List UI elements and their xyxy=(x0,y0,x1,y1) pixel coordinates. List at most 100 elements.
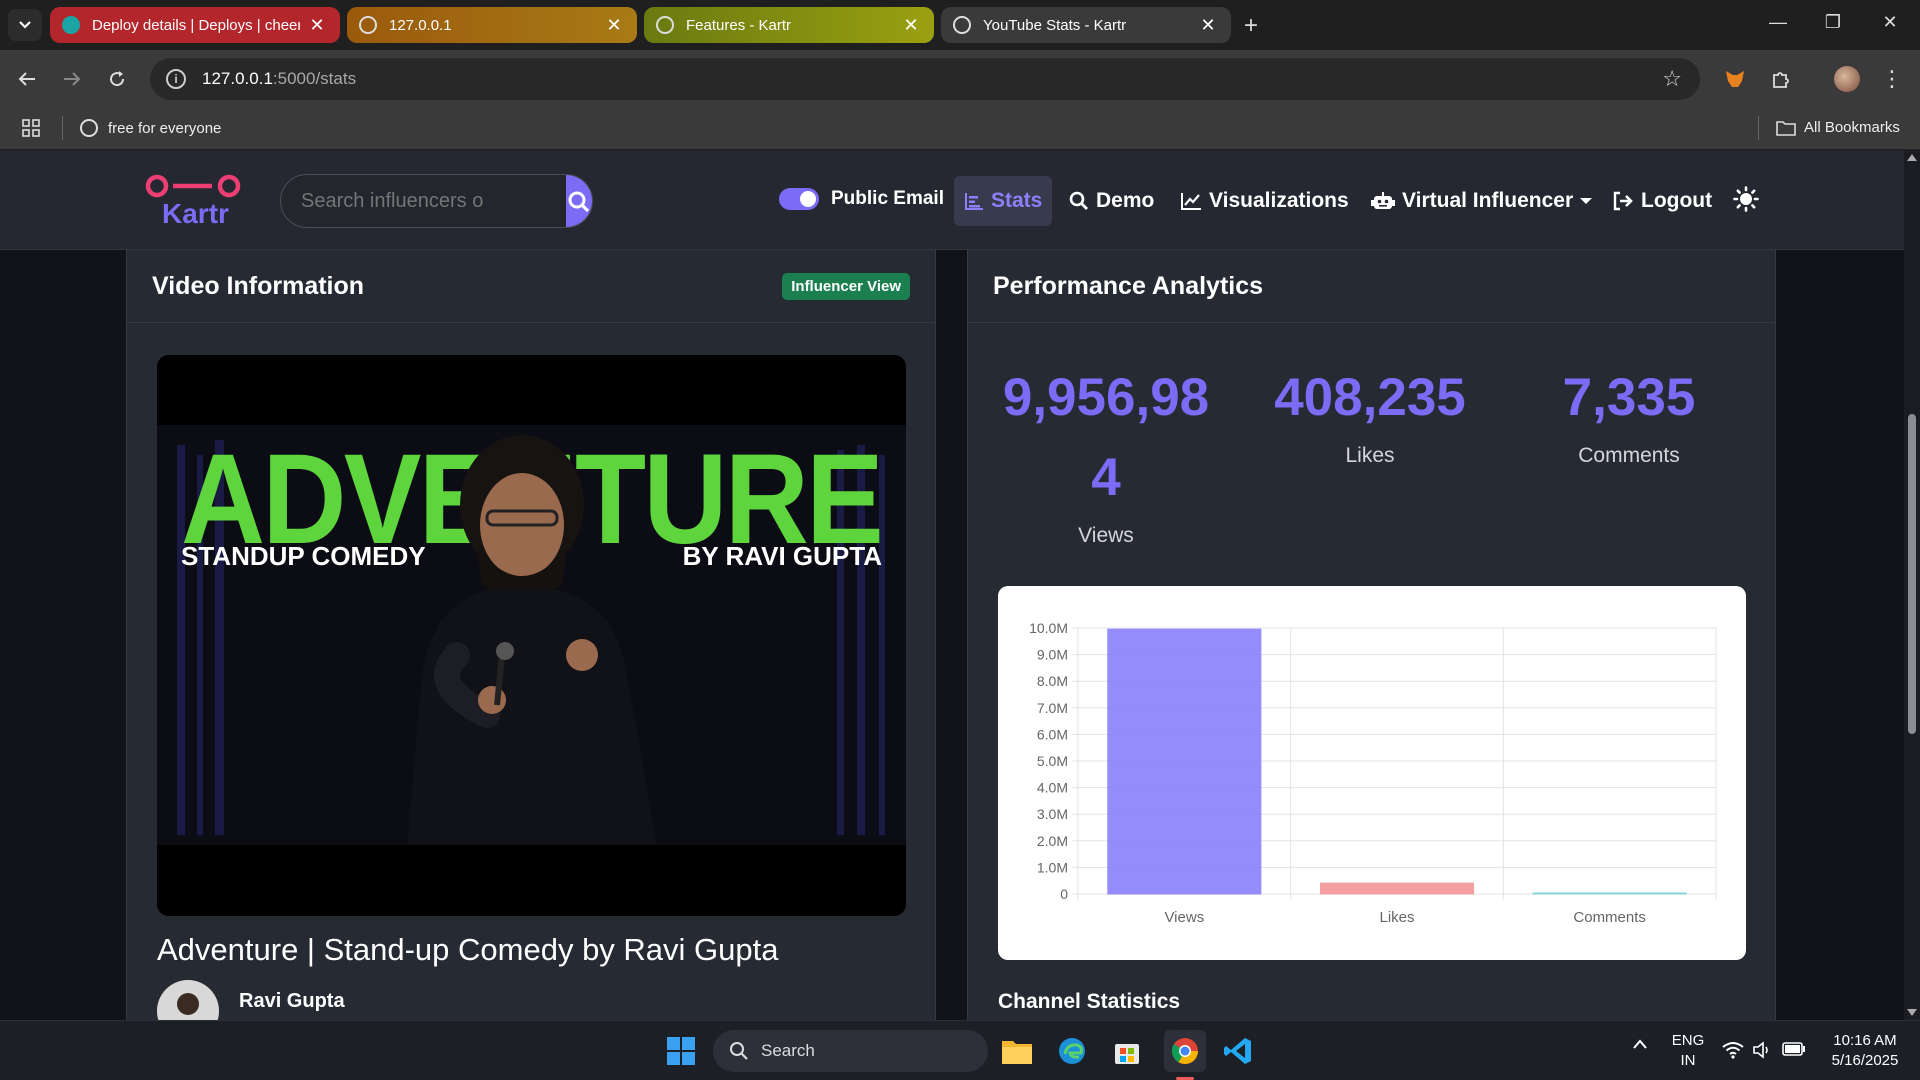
tab-title: Features - Kartr xyxy=(686,16,792,34)
logout-icon xyxy=(1613,191,1633,211)
nav-stats[interactable]: Stats xyxy=(954,176,1053,226)
thumbnail-left-text: STANDUP COMEDY xyxy=(181,541,426,571)
close-icon[interactable]: ✕ xyxy=(308,15,326,36)
influencer-search xyxy=(280,174,593,228)
browser-tab-features[interactable]: Features - Kartr ✕ xyxy=(644,7,934,43)
browser-toolbar: i 127.0.0.1:5000/stats ☆ ⋮ xyxy=(0,50,1920,108)
metric-label: Comments xyxy=(1578,444,1680,467)
scrollbar-thumb[interactable] xyxy=(1908,414,1916,734)
bookmark-free-for-everyone[interactable]: free for everyone xyxy=(80,119,221,137)
browser-tab-deploy[interactable]: Deploy details | Deploys | cheer ✕ xyxy=(50,7,340,43)
metric-label: Views xyxy=(1078,524,1134,547)
browser-tab-youtube-stats[interactable]: YouTube Stats - Kartr ✕ xyxy=(941,7,1231,43)
address-bar[interactable]: i 127.0.0.1:5000/stats ☆ xyxy=(150,58,1700,100)
microsoft-store-icon[interactable] xyxy=(1109,1033,1145,1069)
chart-bar-icon xyxy=(965,193,983,210)
page-content: Kartr Public Email Stats Demo Visualizat… xyxy=(0,150,1920,1020)
metric-label: Likes xyxy=(1345,444,1395,467)
y-tick-label: 0 xyxy=(1060,886,1068,902)
kartr-logo[interactable]: Kartr xyxy=(145,172,250,234)
show-hidden-icons-chevron-icon[interactable] xyxy=(1632,1037,1648,1055)
extensions-puzzle-icon[interactable] xyxy=(1766,64,1796,94)
search-input[interactable] xyxy=(281,175,566,227)
window-close-icon[interactable]: ✕ xyxy=(1870,12,1910,33)
bookmarks-divider xyxy=(62,116,63,140)
reload-icon[interactable] xyxy=(102,64,132,94)
file-explorer-icon[interactable] xyxy=(999,1033,1035,1069)
nav-visualizations[interactable]: Visualizations xyxy=(1170,176,1359,226)
caret-down-icon xyxy=(1580,198,1593,204)
page-scrollbar[interactable] xyxy=(1904,150,1920,1020)
bar-likes[interactable] xyxy=(1319,882,1475,895)
vscode-icon[interactable] xyxy=(1220,1033,1256,1069)
windows-start-icon[interactable] xyxy=(663,1033,699,1069)
y-tick-label: 10.0M xyxy=(1029,620,1068,636)
toggle-switch[interactable] xyxy=(779,188,819,210)
metric-comments: 7,335 Comments xyxy=(1509,358,1749,468)
search-icon xyxy=(568,191,590,213)
y-tick-label: 9.0M xyxy=(1037,647,1068,663)
channel-statistics-heading: Channel Statistics xyxy=(998,990,1181,1013)
folder-icon xyxy=(1776,120,1796,136)
public-email-toggle[interactable]: Public Email xyxy=(779,188,944,210)
bar-views[interactable] xyxy=(1107,628,1262,895)
nav-demo[interactable]: Demo xyxy=(1059,176,1164,226)
close-icon[interactable]: ✕ xyxy=(605,15,623,36)
minimize-icon[interactable]: — xyxy=(1758,12,1798,33)
y-tick-label: 5.0M xyxy=(1037,753,1068,769)
close-icon[interactable]: ✕ xyxy=(1199,15,1217,36)
scroll-up-arrow-icon[interactable] xyxy=(1907,154,1917,161)
site-info-icon[interactable]: i xyxy=(166,69,186,89)
profile-avatar[interactable] xyxy=(1832,64,1862,94)
nav-virtual-influencer[interactable]: Virtual Influencer xyxy=(1361,176,1603,226)
wifi-icon[interactable] xyxy=(1722,1041,1744,1064)
more-menu-icon[interactable]: ⋮ xyxy=(1877,64,1907,94)
metric-value: 7,335 xyxy=(1562,368,1696,427)
nav-logout[interactable]: Logout xyxy=(1602,176,1722,226)
clock[interactable]: 10:16 AM 5/16/2025 xyxy=(1820,1031,1910,1071)
all-bookmarks-button[interactable]: All Bookmarks xyxy=(1776,119,1900,136)
globe-icon xyxy=(80,119,98,137)
y-tick-label: 4.0M xyxy=(1037,780,1068,796)
back-arrow-icon[interactable] xyxy=(12,64,42,94)
tab-title: Deploy details | Deploys | cheer xyxy=(92,16,300,34)
browser-tab-localhost[interactable]: 127.0.0.1 ✕ xyxy=(347,7,637,43)
card-header: Video Information Influencer View xyxy=(127,250,935,323)
channel-name[interactable]: Ravi Gupta xyxy=(239,990,345,1013)
bar-comments[interactable] xyxy=(1532,892,1687,895)
video-title: Adventure | Stand-up Comedy by Ravi Gupt… xyxy=(157,932,779,967)
taskbar-search[interactable]: Search xyxy=(713,1030,988,1072)
forward-arrow-icon[interactable] xyxy=(57,64,87,94)
robot-icon xyxy=(1371,192,1395,209)
nav-label: Visualizations xyxy=(1209,189,1349,212)
influencer-view-badge: Influencer View xyxy=(782,272,910,300)
language-indicator[interactable]: ENG IN xyxy=(1668,1031,1708,1071)
restore-icon[interactable]: ❐ xyxy=(1813,12,1853,33)
theme-toggle-sun-icon[interactable] xyxy=(1733,186,1759,217)
search-button[interactable] xyxy=(566,175,592,227)
chevron-down-icon xyxy=(19,21,31,29)
x-tick-label: Comments xyxy=(1573,909,1646,926)
volume-icon[interactable] xyxy=(1752,1041,1772,1064)
scroll-down-arrow-icon[interactable] xyxy=(1907,1009,1917,1016)
performance-analytics-card: Performance Analytics 9,956,984 Views 40… xyxy=(967,250,1776,1020)
tab-search-button[interactable] xyxy=(8,9,42,41)
bookmarks-divider xyxy=(1758,116,1759,140)
channel-avatar[interactable] xyxy=(157,980,219,1020)
close-icon[interactable]: ✕ xyxy=(902,15,920,36)
chrome-browser-icon[interactable] xyxy=(1164,1030,1206,1072)
globe-icon xyxy=(953,16,971,34)
bookmark-star-icon[interactable]: ☆ xyxy=(1662,66,1682,92)
globe-icon xyxy=(656,16,674,34)
region-code: IN xyxy=(1680,1052,1696,1069)
video-thumbnail[interactable]: ADVENTURE STANDUP COMEDY BY RAVI GUPTA xyxy=(157,355,906,916)
search-icon xyxy=(1069,191,1088,210)
card-header: Performance Analytics xyxy=(968,250,1775,323)
edge-browser-icon[interactable] xyxy=(1054,1033,1090,1069)
nav-label: Logout xyxy=(1641,189,1713,212)
clock-time: 10:16 AM xyxy=(1833,1032,1897,1049)
apps-grid-icon[interactable] xyxy=(22,119,40,141)
battery-icon[interactable] xyxy=(1782,1041,1806,1062)
new-tab-icon[interactable]: + xyxy=(1244,12,1258,40)
metamask-extension-icon[interactable] xyxy=(1720,64,1750,94)
